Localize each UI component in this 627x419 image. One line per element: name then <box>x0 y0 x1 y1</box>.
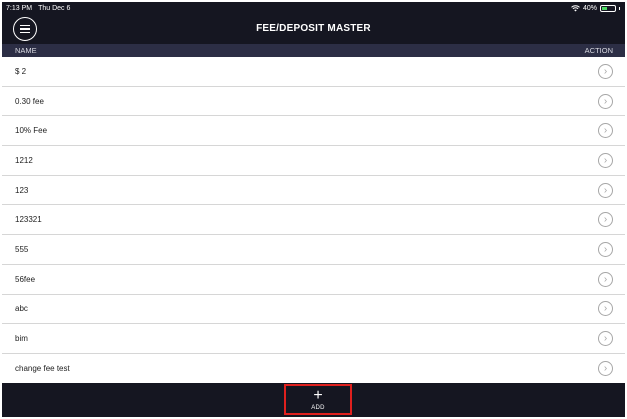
list-item[interactable]: 123321 › <box>2 205 625 236</box>
chevron-right-circle-icon[interactable]: › <box>598 93 613 109</box>
top-bar: FEE/DEPOSIT MASTER <box>2 14 625 44</box>
list-item-label: abc <box>15 304 28 314</box>
chevron-right-circle-icon[interactable]: › <box>598 301 613 317</box>
list-item[interactable]: $ 2 › <box>2 57 625 87</box>
list-item[interactable]: 123 › <box>2 176 625 206</box>
plus-icon: + <box>313 386 323 404</box>
list-item[interactable]: 10% Fee › <box>2 116 625 147</box>
chevron-right-circle-icon[interactable]: › <box>598 212 613 228</box>
chevron-right-circle-icon[interactable]: › <box>598 331 613 347</box>
list-item-label: bim <box>15 334 28 344</box>
list-item[interactable]: 0.30 fee › <box>2 87 625 117</box>
chevron-right-circle-icon[interactable]: › <box>598 241 613 257</box>
list-item-label: 123321 <box>15 215 42 225</box>
list-item-label: 1212 <box>15 155 33 165</box>
list-item-label: 555 <box>15 244 29 254</box>
list-item[interactable]: 56fee › <box>2 265 625 295</box>
list-item[interactable]: 1212 › <box>2 146 625 176</box>
add-button[interactable]: + ADD <box>284 384 352 415</box>
status-time: 7:13 PM <box>6 4 33 12</box>
status-date: Thu Dec 6 <box>38 4 71 12</box>
column-name-label: NAME <box>15 46 37 55</box>
list-column-header: NAME ACTION <box>2 44 625 57</box>
list-item-label: 123 <box>15 185 29 195</box>
list-item[interactable]: change fee test › <box>2 354 625 384</box>
list-item[interactable]: 555 › <box>2 235 625 265</box>
list-item-label: 56fee <box>15 274 36 284</box>
battery-percent: 40% <box>582 4 597 12</box>
chevron-right-circle-icon[interactable]: › <box>598 63 613 79</box>
status-bar: 7:13 PM Thu Dec 6 40% <box>2 2 625 14</box>
bottom-bar: + ADD <box>2 383 625 417</box>
wifi-icon <box>571 4 580 11</box>
list-item-label: change fee test <box>15 363 70 373</box>
chevron-right-circle-icon[interactable]: › <box>598 182 613 198</box>
chevron-right-circle-icon[interactable]: › <box>598 360 613 376</box>
list-item-label: $ 2 <box>15 66 27 76</box>
chevron-right-circle-icon[interactable]: › <box>598 271 613 287</box>
battery-icon <box>600 4 616 12</box>
list-item[interactable]: abc › <box>2 295 625 325</box>
list-item-label: 10% Fee <box>15 126 48 136</box>
list-item-label: 0.30 fee <box>15 96 44 106</box>
chevron-right-circle-icon[interactable]: › <box>598 123 613 139</box>
add-label: ADD <box>311 404 325 411</box>
column-action-label: ACTION <box>584 46 613 55</box>
fee-deposit-list: $ 2 › 0.30 fee › 10% Fee › 1212 › 123 › 123321 › 555… <box>2 57 625 384</box>
app-screen: 7:13 PM Thu Dec 6 40% FEE/DEPOSIT MASTER… <box>2 2 625 417</box>
chevron-right-circle-icon[interactable]: › <box>598 152 613 168</box>
battery-level-fill <box>602 6 607 10</box>
list-item[interactable]: bim › <box>2 324 625 354</box>
page-title: FEE/DEPOSIT MASTER <box>256 23 371 34</box>
